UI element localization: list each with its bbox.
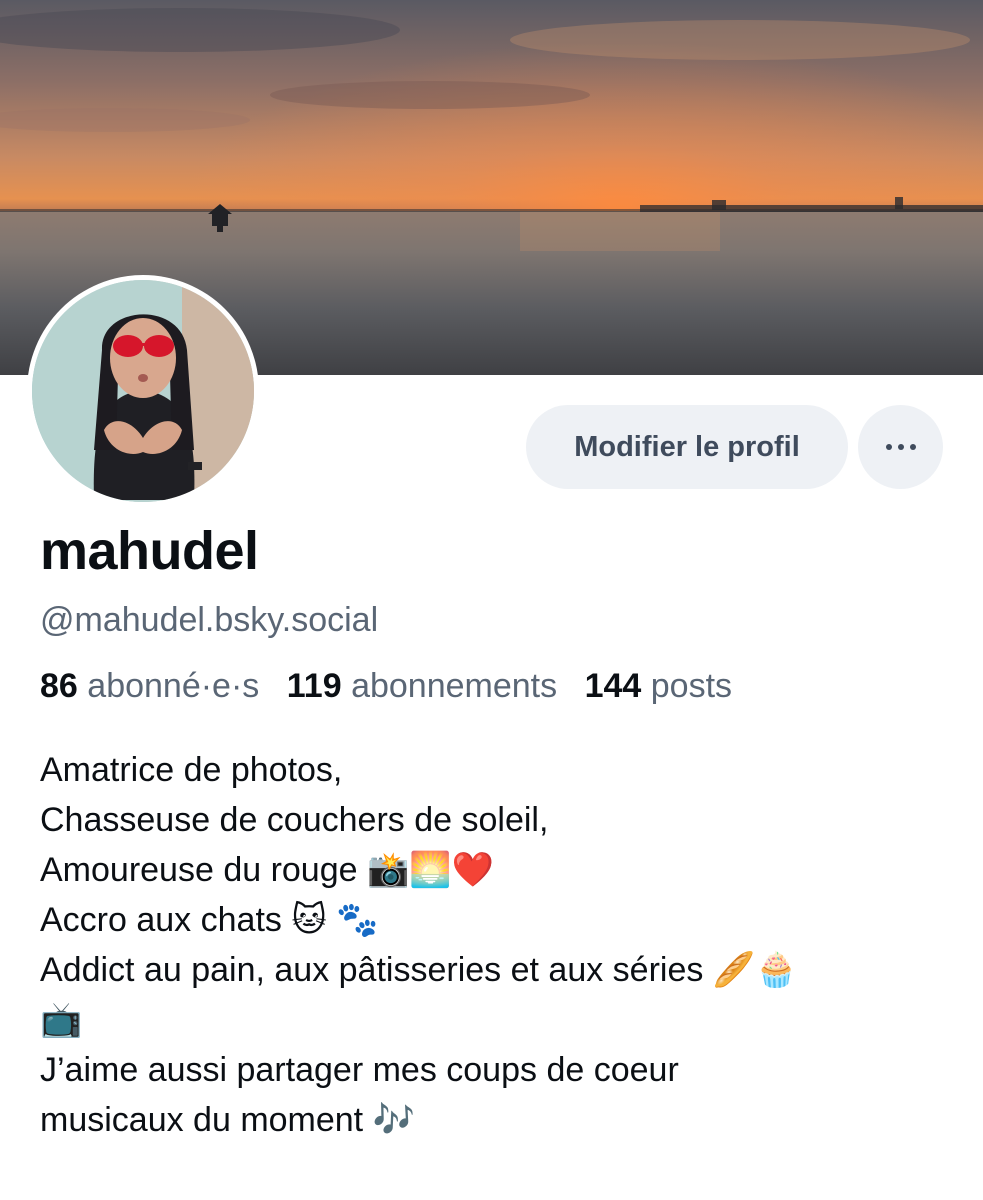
following-label: abonnements	[351, 667, 558, 705]
followers-label: abonné·e·s	[87, 667, 260, 705]
posts-count: 144	[584, 667, 642, 705]
more-options-button[interactable]	[858, 405, 943, 489]
bio-line: Amoureuse du rouge 📸🌅❤️	[40, 851, 494, 889]
ellipsis-dot	[909, 444, 916, 450]
display-name: mahudel	[40, 521, 259, 581]
bio-line: Amatrice de photos,	[40, 751, 343, 789]
handle: @mahudel.bsky.social	[40, 601, 379, 639]
posts-stat: 144 posts	[585, 667, 732, 705]
following-stat[interactable]: 119 abonnements	[287, 667, 557, 705]
avatar[interactable]	[27, 275, 259, 507]
ellipsis-dot	[897, 444, 904, 450]
bio-line: musicaux du moment 🎶	[40, 1101, 415, 1139]
bio-line: 📺	[40, 1001, 83, 1039]
bio-line: Accro aux chats 🐱 🐾	[40, 901, 379, 939]
bio-line: Chasseuse de couchers de soleil,	[40, 801, 549, 839]
followers-stat[interactable]: 86 abonné·e·s	[40, 667, 259, 705]
bio-line: Addict au pain, aux pâtisseries et aux s…	[40, 951, 798, 989]
profile-stats: 86 abonné·e·s 119 abonnements 144 posts	[40, 667, 750, 706]
profile-bio: Amatrice de photos, Chasseuse de coucher…	[40, 745, 950, 1145]
avatar-photo	[32, 280, 254, 502]
edit-profile-button[interactable]: Modifier le profil	[526, 405, 848, 489]
following-count: 119	[286, 667, 342, 705]
bio-line: J’aime aussi partager mes coups de coeur	[40, 1051, 679, 1089]
followers-count: 86	[40, 667, 78, 705]
posts-label: posts	[650, 667, 733, 705]
ellipsis-icon	[885, 444, 892, 450]
